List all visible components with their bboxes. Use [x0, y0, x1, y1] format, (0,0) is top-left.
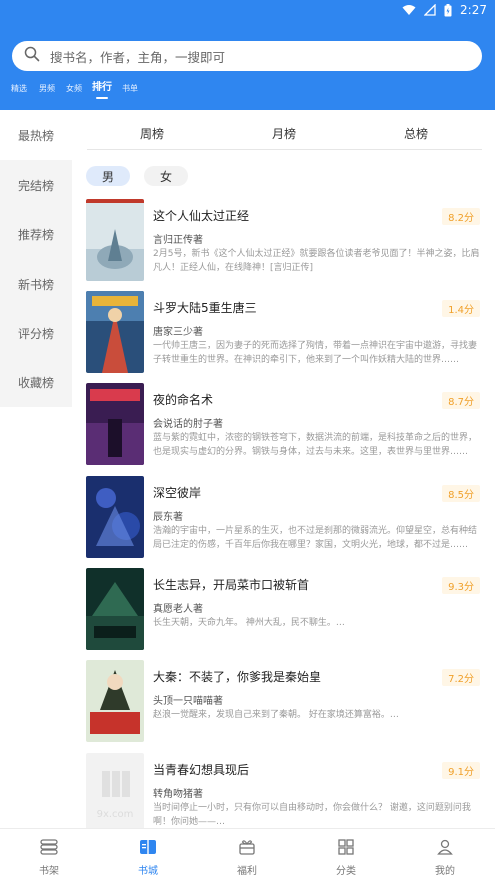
book-cover [86, 291, 144, 373]
book-cover [86, 199, 144, 281]
book-author: 转角吻猪著 [153, 789, 203, 800]
sidebar-item-rating[interactable]: 评分榜 [0, 308, 72, 358]
sidebar-item-collect[interactable]: 收藏榜 [0, 357, 72, 407]
book-description: 2月5号，新书《这个人仙太过正经》就要跟各位读者老爷见面了！半神之姿，比肩凡人！… [153, 249, 480, 273]
tab-indicator [96, 97, 108, 99]
book-author: 会说话的肘子著 [153, 419, 223, 430]
search-icon [24, 46, 40, 66]
book-author: 头顶一只喵喵著 [153, 696, 223, 707]
book-title: 斗罗大陆5重生唐三 [153, 301, 257, 315]
gender-female-button[interactable]: 女 [144, 166, 188, 186]
book-description: 赵浪一觉醒来，发现自己来到了秦朝。 好在家境还算富裕。… [153, 710, 399, 720]
book-description: 浩瀚的宇宙中，一片星系的生灭，也不过是刹那的微弱流光。仰望星空，总有种结局已注定… [153, 526, 478, 550]
book-score: 8.5分 [442, 485, 480, 502]
book-item[interactable]: 9x.com 当青春幻想具现后 9.1分 转角吻猪著 当时间停止一小时，只有你可… [86, 753, 482, 837]
category-tabs: 精选 男频 女频 排行 书单 [0, 82, 495, 104]
bottom-navigation: 书架 书城 福利 分类 我的 [0, 828, 495, 880]
book-title: 当青春幻想具现后 [153, 763, 250, 777]
nav-welfare[interactable]: 福利 [217, 839, 277, 877]
tab-total[interactable]: 总榜 [404, 125, 428, 142]
period-tabs: 周榜 月榜 总榜 [87, 118, 482, 150]
book-score: 1.4分 [442, 300, 480, 317]
tab-weekly[interactable]: 周榜 [140, 125, 164, 142]
gender-male-button[interactable]: 男 [86, 166, 130, 186]
book-cover [86, 660, 144, 742]
bookstore-icon [139, 839, 157, 858]
user-icon [436, 839, 454, 858]
tab-ranking-label: 排行 [92, 82, 112, 93]
book-title: 这个人仙太过正经 [153, 209, 250, 223]
ranking-sidebar: 最热榜 完结榜 推荐榜 新书榜 评分榜 收藏榜 [0, 110, 72, 407]
book-score: 8.7分 [442, 392, 480, 409]
book-author: 言归正传著 [153, 235, 203, 246]
nav-category-label: 分类 [336, 866, 356, 877]
book-cover [86, 568, 144, 650]
book-score: 7.2分 [442, 669, 480, 686]
sidebar-item-hot[interactable]: 最热榜 [0, 110, 72, 160]
book-item[interactable]: 斗罗大陆5重生唐三 1.4分 唐家三少著 一代帅王唐三，因为妻子的死而选择了殉情… [86, 291, 482, 375]
nav-bookshelf[interactable]: 书架 [19, 839, 79, 877]
book-cover [86, 383, 144, 465]
book-title: 夜的命名术 [153, 393, 214, 407]
book-title: 大秦：不装了，你爹我是秦始皇 [153, 670, 322, 684]
book-score: 9.1分 [442, 762, 480, 779]
book-author: 真愿老人著 [153, 604, 203, 615]
status-bar: 2:27 [0, 0, 495, 22]
book-item[interactable]: 夜的命名术 8.7分 会说话的肘子著 蓝与紫的霓虹中，浓密的钢铁苍穹下，数据洪流… [86, 383, 482, 467]
nav-welfare-label: 福利 [237, 866, 257, 877]
book-item[interactable]: 这个人仙太过正经 8.2分 言归正传著 2月5号，新书《这个人仙太过正经》就要跟… [86, 199, 482, 283]
book-description: 当时间停止一小时，只有你可以自由移动时，你会做什么？ 谢邀，这问题别问我啊！你问… [153, 803, 471, 827]
book-description: 一代帅王唐三，因为妻子的死而选择了殉情，带着一点神识在宇宙中遨游，寻找妻子转世重… [153, 341, 478, 365]
book-cover-placeholder: 9x.com [86, 753, 144, 835]
sidebar-item-recommend[interactable]: 推荐榜 [0, 209, 72, 259]
book-title: 深空彼岸 [153, 486, 202, 500]
tab-booklist[interactable]: 书单 [122, 82, 138, 96]
wifi-icon [402, 4, 416, 16]
search-input[interactable]: 搜书名，作者，主角，一搜即可 [12, 41, 482, 71]
book-score: 8.2分 [442, 208, 480, 225]
cover-placeholder-text: 9x.com [97, 809, 134, 820]
nav-bookstore-label: 书城 [138, 866, 158, 877]
book-item[interactable]: 长生志异，开局菜市口被斩首 9.3分 真愿老人著 长生天朝，天命九年。 神州大乱… [86, 568, 482, 652]
book-title: 长生志异，开局菜市口被斩首 [153, 578, 310, 592]
nav-profile-label: 我的 [435, 866, 455, 877]
sidebar-item-new[interactable]: 新书榜 [0, 259, 72, 309]
book-cover [86, 476, 144, 558]
tab-male[interactable]: 男频 [39, 82, 55, 96]
nav-profile[interactable]: 我的 [415, 839, 475, 877]
search-placeholder: 搜书名，作者，主角，一搜即可 [50, 49, 226, 65]
grid-icon [337, 839, 355, 858]
tab-monthly[interactable]: 月榜 [272, 125, 296, 142]
book-author: 唐家三少著 [153, 327, 203, 338]
bookshelf-icon [40, 839, 58, 858]
tab-female[interactable]: 女频 [66, 82, 82, 96]
battery-icon [444, 3, 452, 17]
tab-ranking[interactable]: 排行 [92, 81, 112, 99]
nav-category[interactable]: 分类 [316, 839, 376, 877]
nav-bookstore[interactable]: 书城 [118, 839, 178, 877]
clock-time: 2:27 [460, 3, 487, 17]
book-author: 辰东著 [153, 512, 183, 523]
book-item[interactable]: 大秦：不装了，你爹我是秦始皇 7.2分 头顶一只喵喵著 赵浪一觉醒来，发现自己来… [86, 660, 482, 744]
header-bar: 2:27 搜书名，作者，主角，一搜即可 精选 男频 女频 排行 书单 [0, 0, 495, 110]
signal-icon [424, 4, 436, 16]
book-description: 长生天朝，天命九年。 神州大乱，民不聊生。… [153, 618, 345, 628]
book-description: 蓝与紫的霓虹中，浓密的钢铁苍穹下，数据洪流的前端，是科技革命之后的世界，也是现实… [153, 433, 478, 457]
book-score: 9.3分 [442, 577, 480, 594]
gift-icon [238, 839, 256, 858]
sidebar-item-finished[interactable]: 完结榜 [0, 160, 72, 210]
book-item[interactable]: 深空彼岸 8.5分 辰东著 浩瀚的宇宙中，一片星系的生灭，也不过是刹那的微弱流光… [86, 476, 482, 560]
nav-bookshelf-label: 书架 [39, 866, 59, 877]
tab-featured[interactable]: 精选 [11, 82, 27, 96]
